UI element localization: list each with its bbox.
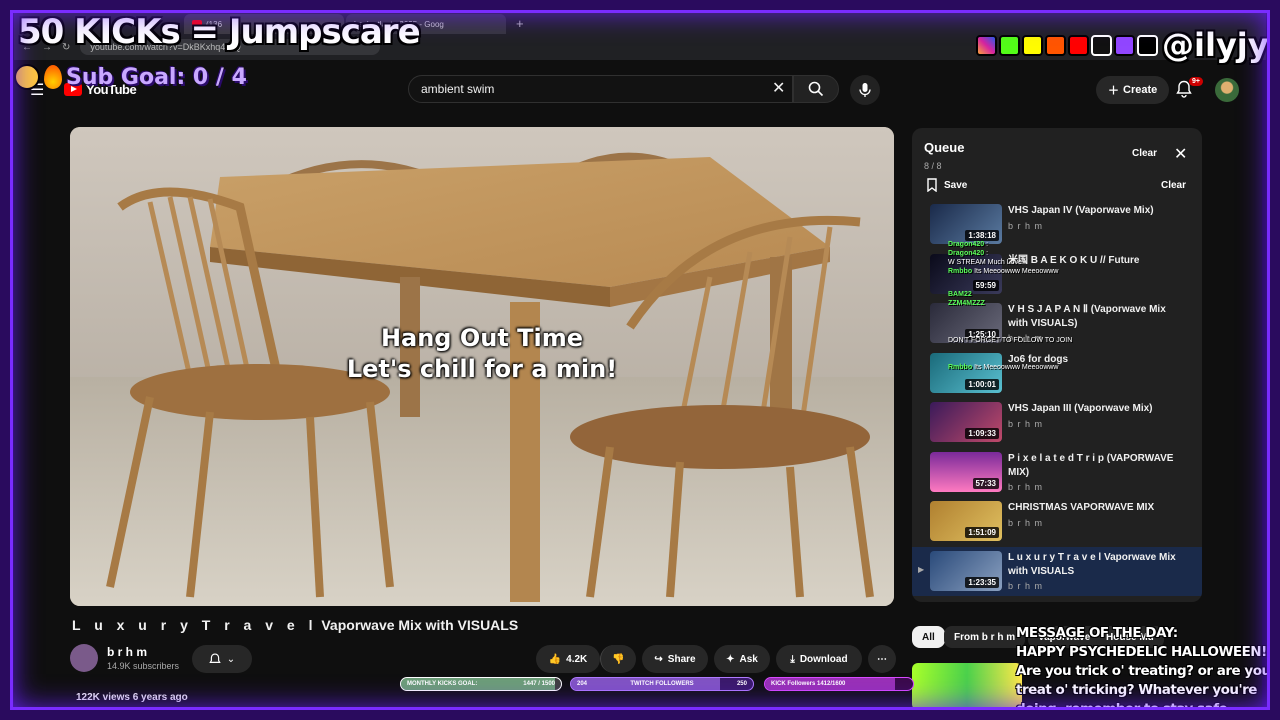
video-thumbnail: 1:51:09	[930, 501, 1002, 541]
tiktok-icon	[1091, 34, 1112, 56]
twitch-icon	[1114, 34, 1135, 56]
search-input[interactable]: ambient swim	[408, 75, 793, 103]
channel-row: b r h m 14.9K subscribers ⌄ 👍 4.2K 👎 ↪ Sha…	[70, 642, 896, 678]
message-of-the-day: MESSAGE OF THE DAY: HAPPY PSYCHEDELIC HA…	[1016, 625, 1271, 717]
video-thumbnail: 1:38:18	[930, 204, 1002, 244]
video-caption: Hang Out Time Let's chill for a min!	[346, 324, 618, 383]
sunglasses-emoji-icon	[14, 64, 40, 90]
kicks-jumpscare-banner: 50 KICKs = Jumpscare	[18, 12, 421, 52]
view-count: 122K views 6 years ago	[76, 692, 188, 703]
search-button[interactable]	[793, 75, 839, 103]
queue-item-now-playing[interactable]: ▶ 1:23:35 L u x u r y T r a v e l Vaporw…	[912, 546, 1202, 596]
queue-title: Queue	[924, 140, 965, 155]
microphone-icon	[859, 83, 871, 97]
bookmark-icon	[927, 178, 937, 192]
new-tab-plus-icon[interactable]: +	[508, 16, 532, 34]
social-links-overlay: @ilyjye	[976, 26, 1280, 64]
queue-count: 8 / 8	[924, 161, 942, 171]
stream-chat-overlay: Dragon420 : Dragon420 : W STREAM Much Lo…	[948, 240, 1118, 372]
chip-from-channel[interactable]: From b r h m	[944, 626, 1026, 648]
soundcloud-icon	[1045, 34, 1066, 56]
voice-search-button[interactable]	[850, 75, 880, 105]
plus-icon: ＋	[1108, 85, 1119, 97]
subscribed-notification-button[interactable]: ⌄	[192, 645, 252, 673]
chat-line: DON'T FORGET TO FOLLOW TO JOIN	[948, 337, 1073, 344]
video-player[interactable]: Hang Out Time Let's chill for a min!	[70, 127, 894, 606]
flame-icon	[44, 65, 62, 89]
clear-search-icon[interactable]: ✕	[772, 78, 785, 98]
more-horizontal-icon: ⋯	[877, 653, 887, 665]
queue-item[interactable]: 1:51:09 CHRISTMAS VAPORWAVE MIX b r h m	[912, 497, 1202, 547]
instagram-icon	[976, 34, 997, 56]
kick-icon	[999, 34, 1020, 56]
x-twitter-icon	[1137, 34, 1158, 56]
queue-item[interactable]: 1:09:33 VHS Japan III (Vaporwave Mix) b …	[912, 398, 1202, 448]
neon-accent-right	[1268, 320, 1280, 470]
share-icon: ↪	[654, 653, 663, 665]
kick-followers-goal-bar: KICK Followers 1412/1600	[764, 677, 914, 691]
chip-all[interactable]: All	[912, 626, 945, 648]
bell-icon	[209, 653, 221, 663]
channel-avatar[interactable]	[70, 644, 98, 672]
chat-line: Dragon420 :	[948, 250, 989, 257]
video-thumbnail: 57:33	[930, 451, 1002, 492]
thumbs-down-icon: 👎	[612, 653, 625, 665]
youtube-icon	[1068, 34, 1089, 56]
chat-line: ZZM4MZZZ	[948, 300, 985, 307]
video-thumbnail: 1:23:35	[930, 550, 1002, 591]
account-avatar[interactable]	[1215, 78, 1239, 102]
chevron-down-icon: ⌄	[226, 653, 236, 665]
more-actions-button[interactable]: ⋯	[868, 645, 896, 673]
queue-clear-button[interactable]: Clear	[1132, 148, 1157, 159]
now-playing-icon: ▶	[918, 564, 925, 574]
download-button[interactable]: ⤓ Download	[776, 645, 862, 673]
thumbs-up-icon: 👍	[548, 653, 562, 665]
neon-accent-left	[0, 300, 12, 420]
chat-line: Rmbbo Its Meeoowww Meeoowww	[948, 268, 1059, 275]
chat-line: Dragon420 :	[948, 241, 989, 248]
subscriber-count: 14.9K subscribers	[107, 661, 180, 671]
search-icon	[808, 81, 824, 97]
queue-clear-all-button[interactable]: Clear	[1161, 180, 1186, 191]
download-icon: ⤓	[790, 653, 795, 665]
queue-save-button[interactable]: Save	[926, 178, 967, 192]
channel-name[interactable]: b r h m	[107, 645, 147, 659]
sub-goal-overlay: Sub Goal: 0 / 4	[14, 64, 247, 90]
youtube-page: ☰ YouTube ambient swim ✕ ＋ Create 9+ Han…	[14, 60, 1262, 710]
video-thumbnail: 1:09:33	[930, 402, 1002, 442]
video-title: L u x u r y T r a v e l Vaporwave Mix wi…	[72, 617, 519, 633]
dislike-button[interactable]: 👎	[600, 645, 636, 673]
ask-button[interactable]: ✦ Ask	[714, 645, 770, 673]
recommended-video-thumbnail[interactable]	[912, 663, 1022, 710]
close-icon[interactable]: ✕	[1174, 144, 1187, 164]
like-button[interactable]: 👍 4.2K	[536, 645, 600, 673]
sparkle-icon: ✦	[726, 653, 735, 665]
share-button[interactable]: ↪ Share	[642, 645, 708, 673]
notification-count-badge: 9+	[1189, 77, 1203, 86]
snapchat-icon	[1022, 34, 1043, 56]
twitch-followers-goal-bar: 204 TWITCH FOLLOWERS 250	[570, 677, 754, 691]
chat-line: BAM22	[948, 291, 972, 298]
create-button[interactable]: ＋ Create	[1096, 76, 1170, 104]
chat-line: W STREAM Much Love	[948, 259, 1022, 266]
monthly-kicks-goal-bar: MONTHLY KICKS GOAL: 1447 / 1500	[400, 677, 562, 691]
queue-item[interactable]: 57:33 P i x e l a t e d T r i p (VAPORWA…	[912, 448, 1202, 498]
chat-line: Rmbbo Its Meeoowww Meeoowww	[948, 364, 1059, 371]
streamer-handle: @ilyjye	[1162, 26, 1280, 64]
